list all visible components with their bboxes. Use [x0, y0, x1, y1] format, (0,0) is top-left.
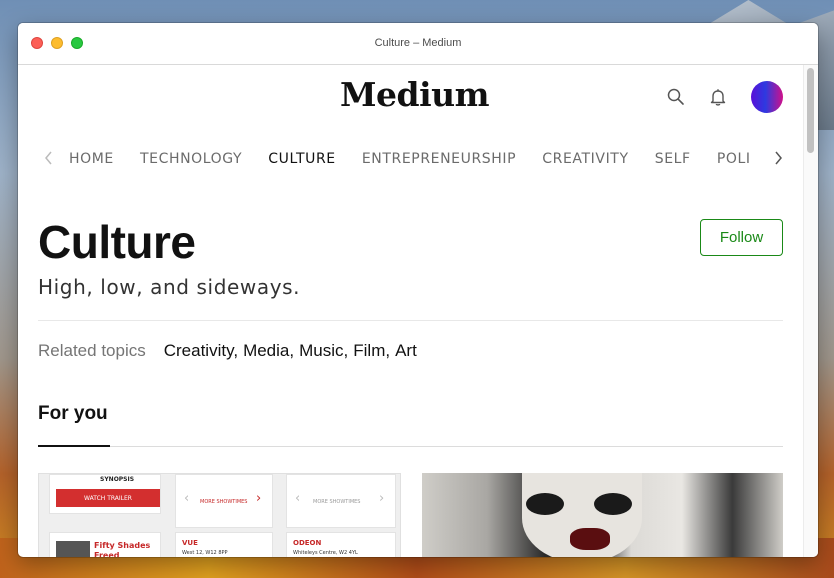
topic-nav-items: HOME TECHNOLOGY CULTURE ENTREPRENEURSHIP… — [69, 148, 757, 170]
nav-item-culture[interactable]: CULTURE — [268, 149, 335, 169]
related-topics: Related topics Creativity, Media, Music, Fil… — [38, 341, 417, 360]
tab-active-underline — [38, 445, 110, 447]
bell-icon[interactable] — [708, 87, 728, 107]
mini-watch-trailer: WATCH TRAILER — [56, 489, 160, 507]
related-topic-film[interactable]: Film — [353, 341, 385, 360]
mini-synopsis-label: SYNOPSIS — [100, 476, 135, 483]
page-subtitle: High, low, and sideways. — [38, 275, 301, 299]
chevron-right-icon: › — [379, 491, 385, 506]
mini-poster — [56, 541, 90, 557]
mini-panel: VUE West 12, W12 8PP — [175, 532, 273, 557]
related-topics-label: Related topics — [38, 341, 146, 360]
nav-item-home[interactable]: HOME — [69, 149, 114, 169]
page-content: Medium HOME TECHNOLOGY CULTURE ENTREPREN… — [18, 65, 803, 557]
mini-cinema-name: ODEON — [293, 539, 322, 547]
photo-eye — [526, 493, 564, 515]
mini-movie-title: Fifty Shades Freed — [94, 541, 151, 557]
chevron-left-icon[interactable] — [42, 148, 56, 168]
window-titlebar[interactable]: Culture – Medium — [18, 23, 818, 65]
topic-nav: HOME TECHNOLOGY CULTURE ENTREPRENEURSHIP… — [38, 145, 798, 173]
mini-cinema-name: VUE — [182, 539, 198, 547]
nav-item-politics[interactable]: POLI — [717, 149, 751, 169]
related-topic-media[interactable]: Media — [243, 341, 289, 360]
page-title: Culture — [38, 216, 196, 268]
nav-item-entrepreneurship[interactable]: ENTREPRENEURSHIP — [362, 149, 516, 169]
window-title: Culture – Medium — [374, 37, 462, 49]
mini-panel: Fifty Shades Freed — [49, 532, 161, 557]
follow-button[interactable]: Follow — [700, 219, 783, 256]
chevron-left-icon: ‹ — [295, 491, 301, 506]
search-icon[interactable] — [666, 87, 686, 107]
mini-panel: SYNOPSIS WATCH TRAILER — [49, 474, 161, 514]
chevron-right-icon[interactable] — [771, 148, 785, 168]
mini-panel: ‹ MORE SHOWTIMES › — [175, 474, 273, 528]
nav-item-self[interactable]: SELF — [655, 149, 691, 169]
chevron-right-icon: › — [256, 491, 262, 506]
browser-window: Culture – Medium Medium HOME TECHNOLOGY … — [18, 23, 818, 557]
medium-logo[interactable]: Medium — [340, 75, 490, 114]
chevron-left-icon: ‹ — [184, 491, 190, 506]
story-card-photo[interactable] — [422, 473, 783, 557]
user-avatar[interactable] — [751, 81, 783, 113]
mini-panel: ODEON Whiteleys Centre, W2 4YL — [286, 532, 396, 557]
story-card-image[interactable]: SYNOPSIS WATCH TRAILER ‹ MORE SHOWTIMES … — [38, 473, 401, 557]
mini-cinema-address: Whiteleys Centre, W2 4YL — [293, 550, 358, 556]
related-topic-art[interactable]: Art — [395, 341, 417, 360]
mini-more-showtimes: MORE SHOWTIMES — [313, 499, 361, 505]
section-divider — [38, 446, 783, 447]
divider — [38, 320, 783, 321]
scrollbar-thumb[interactable] — [807, 68, 814, 153]
related-topic-creativity[interactable]: Creativity — [164, 341, 234, 360]
nav-item-creativity[interactable]: CREATIVITY — [542, 149, 628, 169]
nav-item-technology[interactable]: TECHNOLOGY — [140, 149, 242, 169]
mini-panel: ‹ MORE SHOWTIMES › — [286, 474, 396, 528]
photo-lips — [570, 528, 610, 550]
section-title-for-you[interactable]: For you — [38, 403, 108, 425]
related-topic-music[interactable]: Music — [299, 341, 343, 360]
photo-eye — [594, 493, 632, 515]
mini-cinema-address: West 12, W12 8PP — [182, 550, 228, 556]
mini-more-showtimes: MORE SHOWTIMES — [200, 499, 248, 505]
